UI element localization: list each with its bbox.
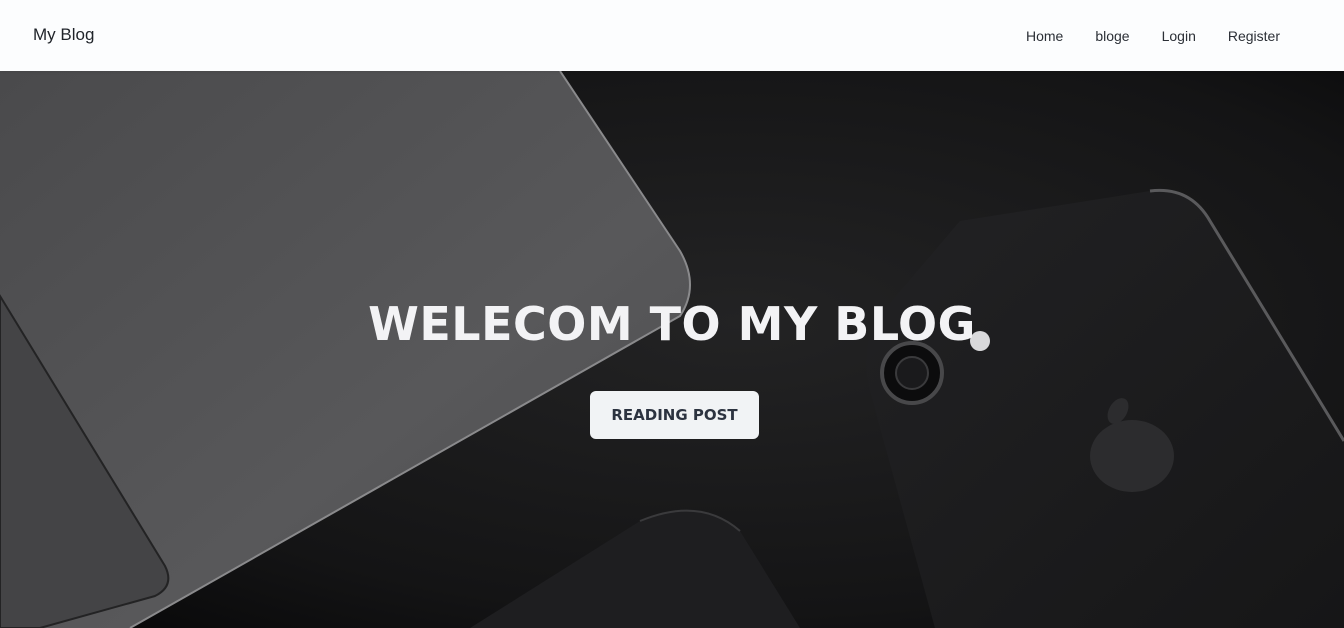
hero-section: WELECOM TO MY BLOG READING POST <box>0 71 1344 628</box>
nav-link-bloge[interactable]: bloge <box>1079 27 1145 45</box>
nav-link-login[interactable]: Login <box>1146 27 1212 45</box>
brand-logo-link[interactable]: My Blog <box>33 25 94 45</box>
nav-links: Home bloge Login Register <box>1010 27 1280 45</box>
nav-link-home[interactable]: Home <box>1010 27 1079 45</box>
reading-post-button[interactable]: READING POST <box>590 391 759 439</box>
navbar: My Blog Home bloge Login Register <box>0 0 1344 71</box>
hero-title: WELECOM TO MY BLOG <box>368 297 976 351</box>
nav-link-register[interactable]: Register <box>1212 27 1280 45</box>
